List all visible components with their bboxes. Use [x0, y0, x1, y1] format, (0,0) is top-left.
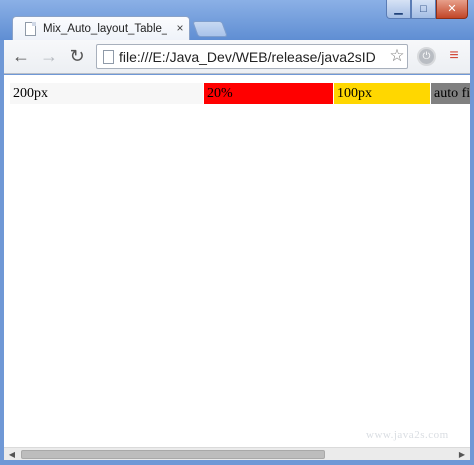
browser-tab[interactable]: Mix_Auto_layout_Table_w ×	[12, 16, 190, 41]
table-cell: 20%	[204, 83, 333, 104]
window-controls: ▁ □ ✕	[386, 0, 468, 20]
table-cell: 200px	[10, 83, 203, 104]
close-window-button[interactable]: ✕	[436, 0, 468, 19]
page-icon	[103, 50, 114, 64]
page-viewport: 200px 20% 100px auto fi www.java2s.com	[4, 75, 470, 447]
new-tab-button[interactable]	[192, 21, 228, 37]
maximize-button[interactable]: □	[411, 0, 436, 19]
scrollbar-thumb[interactable]	[21, 450, 325, 459]
reload-button[interactable]: ↻	[66, 45, 88, 67]
scroll-right-icon[interactable]: ▶	[456, 449, 468, 460]
bookmark-star-icon[interactable]: ☆	[388, 46, 406, 66]
browser-toolbar: ← → ↻ file:///E:/Java_Dev/WEB/release/ja…	[4, 40, 470, 74]
table-cell: 100px	[334, 83, 430, 104]
back-button[interactable]: ←	[10, 45, 32, 67]
close-tab-icon[interactable]: ×	[174, 21, 186, 35]
forward-button[interactable]: →	[38, 45, 60, 67]
page-icon	[25, 22, 36, 36]
table-cell: auto fi	[431, 83, 470, 104]
address-bar[interactable]: file:///E:/Java_Dev/WEB/release/java2sID…	[96, 44, 408, 69]
table-row: 200px 20% 100px auto fi	[10, 83, 470, 104]
title-bar: Mix_Auto_layout_Table_w × ▁ □ ✕	[0, 0, 474, 41]
extension-icon[interactable]: ⏻	[417, 47, 436, 66]
watermark: www.java2s.com	[366, 429, 449, 441]
browser-window: Mix_Auto_layout_Table_w × ▁ □ ✕ ← → ↻ fi…	[0, 0, 474, 465]
horizontal-scrollbar[interactable]: ◀ ▶	[4, 447, 470, 460]
tab-title: Mix_Auto_layout_Table_w	[43, 23, 167, 35]
menu-icon[interactable]: ≡	[446, 47, 462, 65]
url-text[interactable]: file:///E:/Java_Dev/WEB/release/java2sID	[119, 48, 385, 66]
minimize-button[interactable]: ▁	[386, 0, 411, 19]
scroll-left-icon[interactable]: ◀	[6, 449, 18, 460]
